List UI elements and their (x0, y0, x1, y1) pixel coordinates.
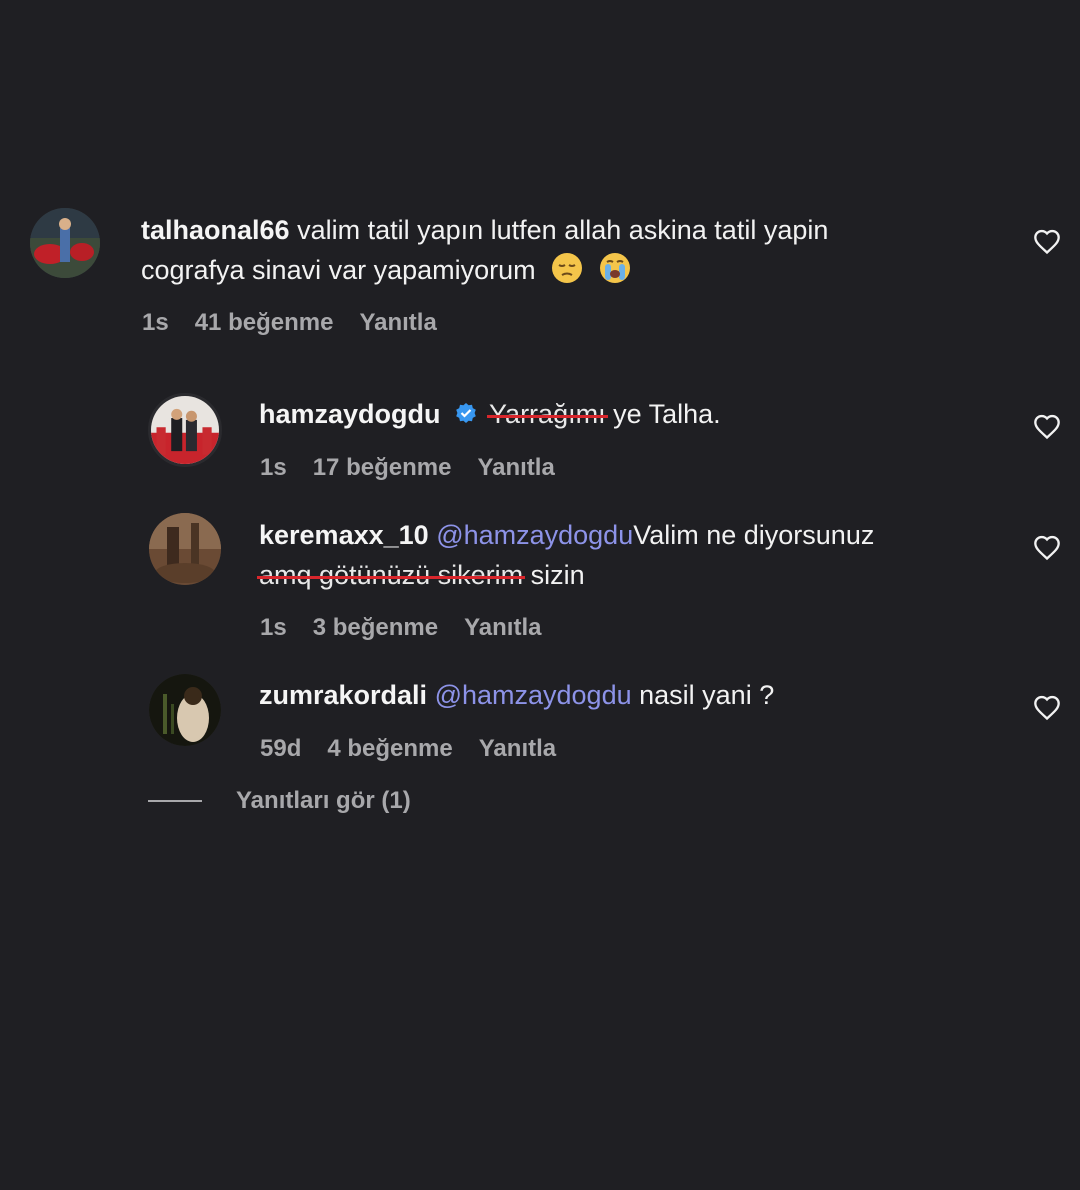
avatar[interactable] (148, 393, 222, 467)
view-replies-button[interactable]: Yanıtları gör (1) (148, 787, 411, 815)
heart-icon[interactable] (1032, 228, 1062, 256)
reply-button[interactable]: Yanıtla (479, 735, 556, 763)
reply-button[interactable]: Yanıtla (464, 614, 541, 642)
avatar[interactable] (149, 513, 221, 585)
username[interactable]: talhaonal66 (141, 215, 290, 245)
avatar-image (149, 513, 221, 585)
heart-icon[interactable] (1032, 694, 1062, 722)
reply-button[interactable]: Yanıtla (359, 309, 436, 337)
avatar-image (30, 208, 100, 278)
heart-icon[interactable] (1032, 534, 1062, 562)
avatar[interactable] (149, 674, 221, 746)
heart-icon[interactable] (1032, 413, 1062, 441)
mention-link[interactable]: @hamzaydogdu (435, 680, 632, 710)
comment-text: valim tatil yapın lutfen allah askina ta… (297, 215, 829, 245)
pensive-face-emoji (551, 252, 583, 284)
avatar-image (151, 396, 219, 464)
comment-body: talhaonal66 valim tatil yapın lutfen all… (141, 210, 1001, 290)
comment-body: zumrakordali @hamzaydogdu nasil yani ? (259, 675, 999, 715)
comment-meta: 1s 17 beğenme Yanıtla (260, 454, 555, 482)
username[interactable]: hamzaydogdu (259, 399, 441, 429)
comment-meta: 1s 41 beğenme Yanıtla (142, 309, 437, 337)
likes-count[interactable]: 4 beğenme (327, 735, 452, 763)
timestamp: 1s (260, 454, 287, 481)
view-replies-label: Yanıtları gör (1) (236, 787, 411, 814)
reply-button[interactable]: Yanıtla (477, 454, 554, 482)
avatar-image (149, 674, 221, 746)
comment-text: Valim ne diyorsunuz (633, 520, 875, 550)
comment-meta: 59d 4 beğenme Yanıtla (260, 735, 556, 763)
username[interactable]: zumrakordali (259, 680, 427, 710)
comment-meta: 1s 3 beğenme Yanıtla (260, 614, 541, 642)
struck-text: Yarrağımı (489, 399, 606, 429)
view-replies-divider (148, 800, 202, 802)
likes-count[interactable]: 17 beğenme (313, 454, 452, 482)
likes-count[interactable]: 3 beğenme (313, 614, 438, 642)
avatar[interactable] (30, 208, 100, 278)
timestamp: 1s (142, 309, 169, 336)
comment-body: hamzaydogdu Yarrağımı ye Talha. (259, 394, 999, 434)
comment-text-continued: cografya sinavi var yapamiyorum (141, 255, 536, 285)
likes-count[interactable]: 41 beğenme (195, 309, 334, 337)
comment-text: ye Talha. (613, 399, 721, 429)
crying-face-emoji (599, 252, 631, 284)
username[interactable]: keremaxx_10 (259, 520, 429, 550)
timestamp: 1s (260, 614, 287, 641)
timestamp: 59d (260, 735, 302, 762)
verified-badge-icon (456, 403, 476, 423)
comment-text-end: sizin (530, 560, 585, 590)
comment-text: nasil yani ? (639, 680, 775, 710)
struck-text: amq götünüzü sikerim (259, 560, 524, 590)
mention-link[interactable]: @hamzaydogdu (436, 520, 633, 550)
comment-body: keremaxx_10 @hamzaydogduValim ne diyorsu… (259, 515, 999, 595)
